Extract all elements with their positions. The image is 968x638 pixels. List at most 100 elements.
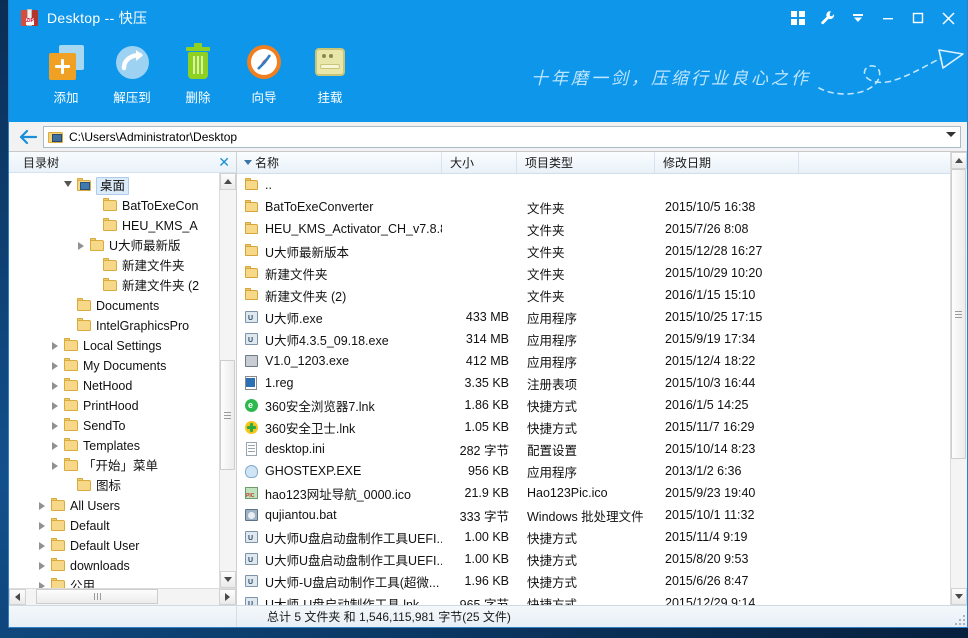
folder-icon	[49, 538, 67, 554]
tree-node[interactable]: 桌面	[9, 176, 219, 196]
file-scroll-down-button[interactable]	[951, 588, 967, 605]
tree-node[interactable]: Templates	[9, 436, 219, 456]
tree-node-label: 公用	[70, 579, 96, 588]
file-row[interactable]: U U大师-U盘启动制作工具.lnk 965 字节 快捷方式 2015/12/29 9:…	[237, 592, 950, 605]
chevron-right-icon[interactable]	[48, 442, 62, 450]
chevron-right-icon[interactable]	[48, 342, 62, 350]
file-row[interactable]: ..	[237, 174, 950, 196]
back-button[interactable]	[15, 125, 41, 149]
tree-vertical-scrollbar[interactable]	[219, 173, 236, 588]
chevron-right-icon[interactable]	[35, 562, 49, 570]
file-name-cell: U U大师.exe	[237, 308, 442, 327]
file-row[interactable]: U U大师4.3.5_09.18.exe 314 MB 应用程序 2015/9/19 1…	[237, 328, 950, 350]
file-row[interactable]: 新建文件夹 (2) 文件夹 2016/1/15 15:10	[237, 284, 950, 306]
tree-node[interactable]: U大师最新版	[9, 236, 219, 256]
content-area: 目录树 ✕ 桌面 BatToExeCon HEU_KMS_A U大师最新版 新建文件夹新…	[9, 152, 967, 605]
file-row[interactable]: 360安全卫士.lnk 1.05 KB 快捷方式 2015/11/7 16:29	[237, 416, 950, 438]
chevron-right-icon[interactable]	[35, 582, 49, 588]
file-row[interactable]: e 360安全浏览器7.lnk 1.86 KB 快捷方式 2016/1/5 14:25	[237, 394, 950, 416]
minimize-button[interactable]	[873, 5, 903, 31]
tree-node[interactable]: Local Settings	[9, 336, 219, 356]
chevron-right-icon[interactable]	[74, 242, 88, 250]
tree-node[interactable]: 新建文件夹 (2	[9, 276, 219, 296]
tree-node[interactable]: My Documents	[9, 356, 219, 376]
file-size-cell: 3.35 KB	[464, 376, 509, 390]
maximize-button[interactable]	[903, 5, 933, 31]
tree-hscroll-track[interactable]	[26, 589, 219, 605]
tree-scroll-down-button[interactable]	[220, 571, 236, 588]
tree-node[interactable]: 新建文件夹	[9, 256, 219, 276]
apps-grid-button[interactable]	[783, 5, 813, 31]
file-row[interactable]: U U大师.exe 433 MB 应用程序 2015/10/25 17:15	[237, 306, 950, 328]
file-scroll-thumb[interactable]	[951, 169, 966, 459]
tree-scroll-right-button[interactable]	[219, 589, 236, 605]
close-button[interactable]	[933, 5, 963, 31]
column-header-size[interactable]: 大小	[442, 152, 517, 173]
file-row[interactable]: qujiantou.bat 333 字节 Windows 批处理文件 2015/10/…	[237, 504, 950, 526]
file-row[interactable]: 1.reg 3.35 KB 注册表项 2015/10/3 16:44	[237, 372, 950, 394]
close-icon[interactable]: ✕	[218, 155, 230, 169]
delete-button[interactable]: 删除	[165, 36, 231, 106]
file-row[interactable]: U U大师-U盘启动制作工具(超微... 1.96 KB 快捷方式 2015/6/26 …	[237, 570, 950, 592]
tree-scroll-track[interactable]	[220, 190, 236, 571]
add-button[interactable]: 添加	[33, 36, 99, 106]
tree-node[interactable]: PrintHood	[9, 396, 219, 416]
tree-horizontal-scrollbar[interactable]	[9, 588, 236, 605]
column-header-date[interactable]: 修改日期	[655, 152, 799, 173]
file-row[interactable]: V1.0_1203.exe 412 MB 应用程序 2015/12/4 18:22	[237, 350, 950, 372]
tree-hscroll-thumb[interactable]	[36, 589, 158, 604]
chevron-right-icon[interactable]	[48, 422, 62, 430]
tree-node[interactable]: IntelGraphicsPro	[9, 316, 219, 336]
chevron-right-icon[interactable]	[35, 502, 49, 510]
tree-scroll-left-button[interactable]	[9, 589, 26, 605]
chevron-down-icon[interactable]	[946, 131, 956, 137]
tree-node[interactable]: HEU_KMS_A	[9, 216, 219, 236]
tree-node[interactable]: 公用	[9, 576, 219, 588]
file-scroll-track[interactable]	[951, 169, 967, 588]
chevron-down-icon[interactable]	[61, 181, 75, 191]
chevron-right-icon[interactable]	[35, 522, 49, 530]
file-row[interactable]: U U大师U盘启动盘制作工具UEFI... 1.00 KB 快捷方式 2015/8/20…	[237, 548, 950, 570]
desktop-folder-icon	[75, 178, 93, 194]
tree-node[interactable]: Default User	[9, 536, 219, 556]
settings-button[interactable]	[813, 5, 843, 31]
more-menu-button[interactable]	[843, 5, 873, 31]
tree-node[interactable]: SendTo	[9, 416, 219, 436]
file-scroll-up-button[interactable]	[951, 152, 967, 169]
file-name-cell: U U大师4.3.5_09.18.exe	[237, 330, 442, 349]
file-row[interactable]: PIC hao123网址导航_0000.ico 21.9 KB Hao123Pic.i…	[237, 482, 950, 504]
chevron-right-icon[interactable]	[48, 382, 62, 390]
tree-node[interactable]: Documents	[9, 296, 219, 316]
chevron-right-icon[interactable]	[35, 542, 49, 550]
file-vertical-scrollbar[interactable]	[950, 152, 967, 605]
file-size-cell: 282 字节	[459, 443, 509, 458]
column-header-name[interactable]: 名称	[237, 152, 442, 173]
file-row[interactable]: U U大师U盘启动盘制作工具UEFI... 1.00 KB 快捷方式 2015/11/4…	[237, 526, 950, 548]
tree-node[interactable]: 图标	[9, 476, 219, 496]
file-row[interactable]: GHOSTEXP.EXE 956 KB 应用程序 2013/1/2 6:36	[237, 460, 950, 482]
address-input[interactable]: C:\Users\Administrator\Desktop	[43, 125, 961, 148]
tree-node[interactable]: 「开始」菜单	[9, 456, 219, 476]
wizard-button[interactable]: 向导	[231, 36, 297, 106]
chevron-right-icon[interactable]	[48, 402, 62, 410]
chevron-right-icon[interactable]	[48, 362, 62, 370]
file-list-column-headers: 名称 大小 项目类型 修改日期	[237, 152, 950, 174]
tree-node[interactable]: BatToExeCon	[9, 196, 219, 216]
tree-node[interactable]: NetHood	[9, 376, 219, 396]
tree-scroll-thumb[interactable]	[220, 360, 235, 470]
file-row[interactable]: 新建文件夹 文件夹 2015/10/29 10:20	[237, 262, 950, 284]
tree-scroll-up-button[interactable]	[220, 173, 236, 190]
tree-node[interactable]: downloads	[9, 556, 219, 576]
file-row[interactable]: desktop.ini 282 字节 配置设置 2015/10/14 8:23	[237, 438, 950, 460]
file-row[interactable]: HEU_KMS_Activator_CH_v7.8.8 文件夹 2015/7/26 …	[237, 218, 950, 240]
tree-node[interactable]: All Users	[9, 496, 219, 516]
file-row[interactable]: U大师最新版本 文件夹 2015/12/28 16:27	[237, 240, 950, 262]
chevron-right-icon[interactable]	[48, 462, 62, 470]
mount-button[interactable]: 挂载	[297, 36, 363, 106]
tree-node[interactable]: Default	[9, 516, 219, 536]
folder-icon	[62, 458, 80, 474]
column-header-type[interactable]: 项目类型	[517, 152, 655, 173]
extract-to-button[interactable]: 解压到	[99, 36, 165, 106]
resize-grip-icon[interactable]	[953, 613, 965, 625]
file-row[interactable]: BatToExeConverter 文件夹 2015/10/5 16:38	[237, 196, 950, 218]
